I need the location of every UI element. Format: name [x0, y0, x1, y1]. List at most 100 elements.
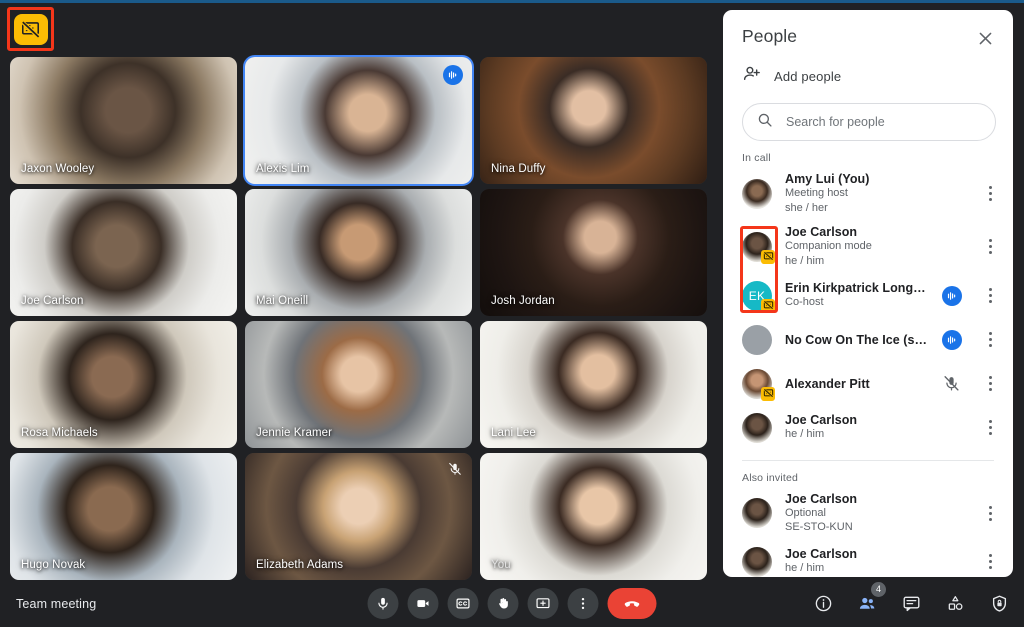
video-tile[interactable]: Rosa Michaels	[10, 321, 237, 448]
raise-hand-button[interactable]	[487, 588, 519, 619]
participant-video-feed	[480, 321, 707, 448]
participant-row[interactable]: EK Erin Kirkpatrick Long nam...Co-host	[723, 274, 1013, 318]
end-call-icon	[623, 594, 642, 613]
info-icon	[814, 594, 833, 613]
video-tile[interactable]: Elizabeth Adams	[245, 453, 472, 580]
video-tile[interactable]: Mai Oneill	[245, 189, 472, 316]
participant-name: Joe Carlson	[785, 225, 858, 240]
participant-more-options-icon[interactable]	[981, 183, 999, 205]
secondary-panel-controls: 4	[812, 581, 1010, 615]
meeting-bottom-bar: Team meeting 4	[0, 580, 1024, 627]
video-tile[interactable]: Josh Jordan	[480, 189, 707, 316]
meet-window: Jaxon Wooley Alexis Lim Nina Duffy Joe Carl…	[0, 0, 1024, 627]
participant-info: Joe Carlson Optional SE-STO-KUN	[785, 492, 929, 535]
meeting-name-label: Team meeting	[16, 596, 97, 611]
toggle-microphone-button[interactable]	[367, 588, 399, 619]
participant-info: No Cow On The Ice (se-sto..	[785, 333, 929, 347]
participant-count-badge: 4	[871, 581, 886, 597]
participant-video-feed	[10, 57, 237, 184]
add-people-button[interactable]: Add people	[742, 64, 1013, 89]
participant-name: Joe Carlson	[785, 491, 858, 506]
video-tile[interactable]: Jaxon Wooley	[10, 57, 237, 184]
participant-video-feed	[10, 453, 237, 580]
participant-more-options-icon[interactable]	[981, 373, 999, 395]
participant-name: Erin Kirkpatrick Long nam...	[785, 281, 929, 296]
video-tile[interactable]: Nina Duffy	[480, 57, 707, 184]
participant-name: Joe Carlson	[785, 547, 858, 562]
avatar-image	[742, 412, 772, 443]
presentation-off-icon[interactable]	[13, 13, 48, 45]
microphone-icon	[376, 596, 391, 611]
close-icon[interactable]	[973, 26, 997, 50]
participant-video-feed	[245, 453, 472, 580]
more-options-button[interactable]	[567, 588, 599, 619]
participant-pronouns: SE-STO-KUN	[785, 521, 853, 534]
video-tile[interactable]: Alexis Lim	[243, 55, 474, 186]
present-now-button[interactable]	[527, 588, 559, 619]
participant-more-options-icon[interactable]	[981, 551, 999, 573]
participant-role: Companion mode	[785, 240, 872, 253]
participant-role: Meeting host	[785, 187, 848, 199]
mic-off-icon	[448, 462, 462, 476]
audio-wave-icon	[945, 289, 959, 303]
participant-role: Co-host	[785, 296, 824, 309]
chat-button[interactable]	[900, 593, 922, 615]
people-list[interactable]: In call Amy Lui (You) Meeting host she / he…	[723, 141, 1013, 577]
participant-row[interactable]: Alexander Pitt	[723, 362, 1013, 406]
audio-wave-indicator	[942, 329, 962, 350]
video-tile[interactable]: Joe Carlson	[10, 189, 237, 316]
primary-call-controls	[367, 588, 657, 619]
host-controls-button[interactable]	[988, 593, 1010, 615]
host-controls-shield-icon	[990, 594, 1009, 613]
chat-icon	[902, 594, 921, 613]
participant-more-options-icon[interactable]	[981, 236, 999, 258]
leave-call-button[interactable]	[607, 588, 657, 619]
participant-row[interactable]: Joe Carlson he / him	[723, 540, 1013, 577]
avatar-image	[742, 178, 772, 209]
search-people-box[interactable]	[742, 103, 996, 141]
avatar-image	[742, 546, 772, 577]
avatar	[742, 412, 772, 443]
more-vertical-icon	[576, 596, 591, 611]
participant-more-options-icon[interactable]	[981, 417, 999, 439]
people-panel: People Add people Search for people In c…	[723, 10, 1013, 577]
participant-row[interactable]: Joe Carlson he / him	[723, 406, 1013, 450]
participant-row[interactable]: Joe Carlson Companion mode he / him	[723, 220, 1013, 273]
participant-row[interactable]: Joe Carlson Optional SE-STO-KUN	[723, 487, 1013, 540]
search-icon	[757, 112, 773, 133]
people-section-label: In call	[742, 152, 771, 164]
participant-pronouns: he / him	[785, 254, 825, 267]
video-tile[interactable]: Jennie Kramer	[245, 321, 472, 448]
activities-icon	[946, 594, 965, 613]
toggle-camera-button[interactable]	[407, 588, 439, 619]
participant-info: Joe Carlson he / him	[785, 547, 929, 576]
video-tile[interactable]: Hugo Novak	[10, 453, 237, 580]
activities-button[interactable]	[944, 593, 966, 615]
participant-more-options-icon[interactable]	[981, 285, 999, 307]
add-people-label: Add people	[774, 69, 842, 84]
closed-captions-icon	[456, 596, 471, 611]
meeting-details-button[interactable]	[812, 593, 834, 615]
participant-more-options-icon[interactable]	[981, 502, 999, 524]
participant-video-feed	[245, 189, 472, 316]
show-people-button[interactable]: 4	[856, 581, 886, 615]
video-tile[interactable]: Lani Lee	[480, 321, 707, 448]
participant-row[interactable]: No Cow On The Ice (se-sto..	[723, 318, 1013, 362]
video-tile[interactable]: You	[480, 453, 707, 580]
person-add-icon	[742, 64, 762, 89]
captions-button[interactable]	[447, 588, 479, 619]
people-icon	[858, 594, 877, 613]
companion-mode-badge-icon	[761, 386, 775, 401]
participant-video-feed	[10, 189, 237, 316]
participant-more-options-icon[interactable]	[981, 329, 999, 351]
participant-row[interactable]: Amy Lui (You) Meeting host she / her	[723, 167, 1013, 220]
participant-video-feed	[480, 453, 707, 580]
participant-role: Optional	[785, 506, 826, 519]
avatar-image	[742, 498, 772, 529]
search-input[interactable]	[786, 115, 981, 129]
avatar: EK	[742, 280, 775, 313]
raise-hand-icon	[496, 596, 511, 611]
avatar	[742, 324, 772, 355]
participant-role: he / him	[785, 428, 825, 441]
audio-wave-indicator	[942, 285, 962, 306]
